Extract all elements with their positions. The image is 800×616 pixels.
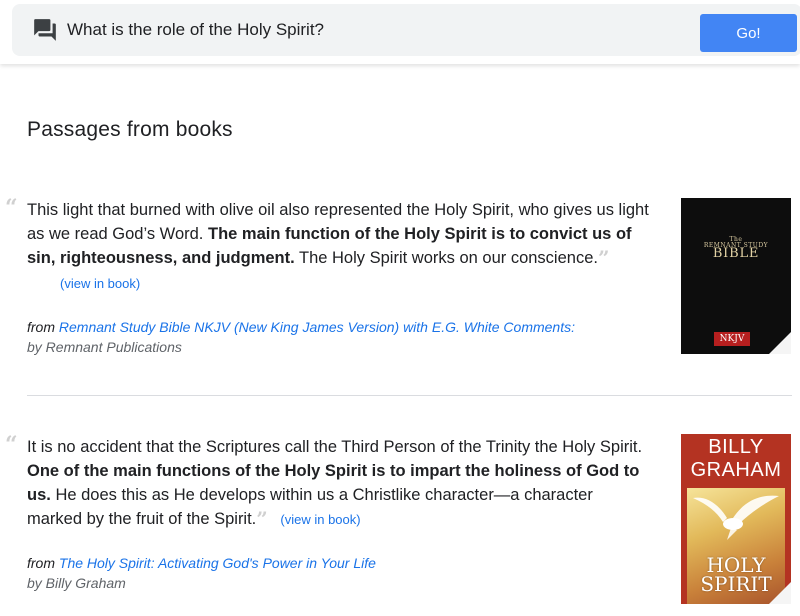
- book-source: from Remnant Study Bible NKJV (New King …: [27, 317, 575, 357]
- cover-author: BILLY GRAHAM: [681, 436, 791, 482]
- book-title-link[interactable]: Remnant Study Bible NKJV (New King James…: [59, 319, 575, 335]
- open-quote-icon: “: [5, 195, 18, 221]
- passage-text: This light that burned with olive oil al…: [27, 198, 662, 296]
- book-byline: by Remnant Publications: [27, 339, 182, 355]
- passage-text: It is no accident that the Scriptures ca…: [27, 435, 652, 532]
- dove-icon: [693, 495, 779, 540]
- open-quote-icon: “: [5, 432, 18, 458]
- from-label: from: [27, 319, 55, 335]
- search-box[interactable]: Go!: [12, 4, 800, 56]
- view-in-book-link[interactable]: (view in book): [280, 512, 360, 527]
- passage-item: “ It is no accident that the Scriptures …: [0, 433, 800, 616]
- cover-author-line: GRAHAM: [690, 459, 782, 481]
- book-source: from The Holy Spirit: Activating God's P…: [27, 553, 376, 593]
- section-title: Passages from books: [27, 118, 233, 141]
- page-curl-icon: [769, 332, 791, 354]
- book-cover-image[interactable]: BILLY GRAHAM HOLY SPIRIT: [681, 434, 791, 604]
- close-quote-icon: ”: [256, 507, 268, 531]
- page-curl-icon: [769, 582, 791, 604]
- passage-text-before: It is no accident that the Scriptures ca…: [27, 438, 643, 456]
- cover-title: BIBLE: [712, 246, 760, 261]
- book-cover-image[interactable]: The REMNANT STUDY BIBLE NKJV: [681, 198, 791, 354]
- view-in-book-link[interactable]: (view in book): [60, 272, 662, 296]
- cover-badge: NKJV: [714, 332, 750, 346]
- book-title-link[interactable]: The Holy Spirit: Activating God's Power …: [59, 555, 376, 571]
- search-input[interactable]: [67, 16, 627, 44]
- passage-text-after: The Holy Spirit works on our conscience.: [299, 249, 598, 267]
- passage-item: “ This light that burned with olive oil …: [0, 196, 800, 396]
- cover-title-line: SPIRIT: [700, 572, 772, 596]
- go-button[interactable]: Go!: [700, 14, 797, 52]
- close-quote-icon: ”: [597, 246, 610, 270]
- divider: [27, 395, 792, 396]
- search-bar: Go!: [0, 0, 800, 64]
- cover-author-line: BILLY: [708, 436, 764, 458]
- from-label: from: [27, 555, 55, 571]
- book-byline: by Billy Graham: [27, 575, 126, 591]
- chat-bubbles-icon: [34, 19, 56, 41]
